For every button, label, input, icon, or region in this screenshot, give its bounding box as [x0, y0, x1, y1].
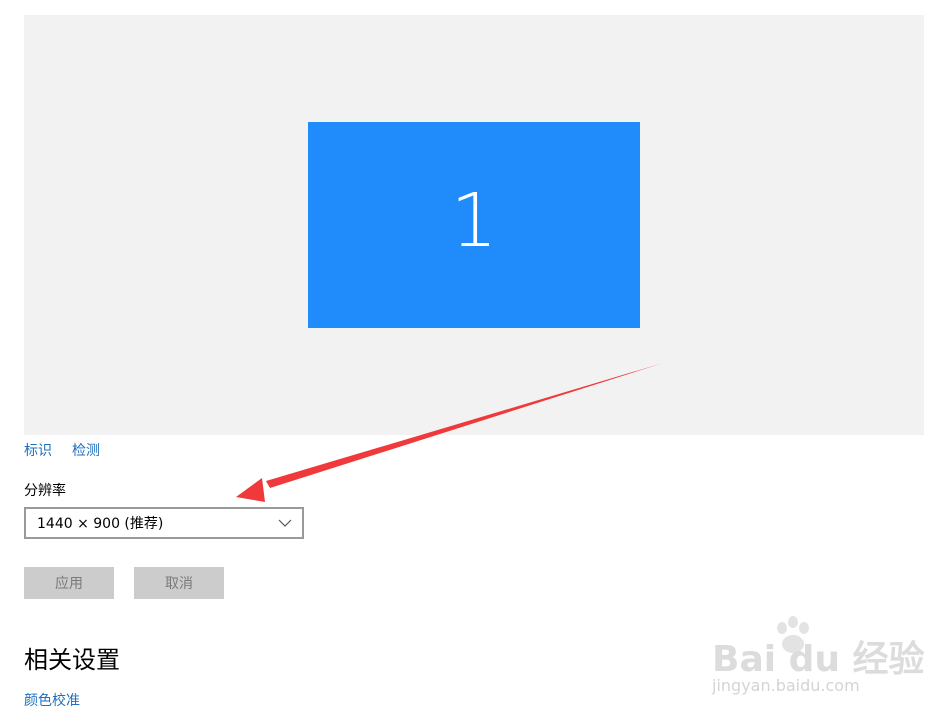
chevron-down-icon	[278, 519, 292, 527]
arrow-head	[236, 478, 265, 502]
watermark-logo-text: Bai du 经验	[712, 639, 925, 680]
identify-link[interactable]: 标识	[24, 440, 52, 460]
color-calibration-link[interactable]: 颜色校准	[24, 690, 80, 710]
resolution-selected-value: 1440 × 900 (推荐)	[37, 516, 164, 532]
resolution-dropdown[interactable]: 1440 × 900 (推荐)	[24, 507, 304, 539]
monitor-tile-1[interactable]: 1	[308, 122, 640, 328]
monitor-number: 1	[450, 178, 498, 264]
resolution-label: 分辨率	[24, 483, 66, 499]
watermark-url: jingyan.baidu.com	[712, 676, 860, 695]
baidu-paw-logo	[777, 616, 809, 653]
related-settings-heading: 相关设置	[24, 646, 120, 674]
display-arrangement-area: 1	[24, 15, 924, 435]
cancel-button[interactable]: 取消	[134, 567, 224, 599]
detect-link[interactable]: 检测	[72, 440, 100, 460]
baidu-jingyan-watermark: Bai du 经验 jingyan.baidu.com	[712, 616, 925, 708]
apply-button[interactable]: 应用	[24, 567, 114, 599]
display-links: 标识 检测	[24, 440, 100, 460]
display-settings-page: 1 标识 检测 分辨率 1440 × 900 (推荐) 应用 取消 相关设置 颜…	[0, 0, 930, 718]
